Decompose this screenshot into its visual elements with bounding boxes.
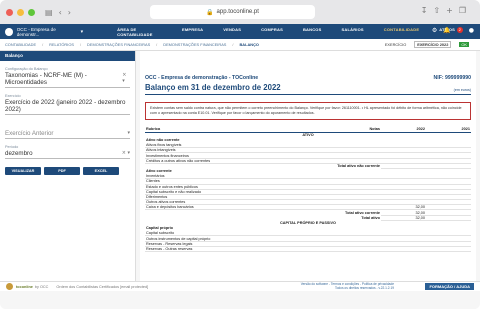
footer-brand-suffix: by OCC	[34, 284, 49, 289]
user-icon[interactable]: ●	[469, 27, 474, 34]
report-unit: (em euros)	[453, 88, 471, 92]
menu-item-contabilidade[interactable]: CONTABILIDADE	[384, 27, 419, 37]
breadcrumb-sep: /	[42, 42, 44, 47]
year-select[interactable]: EXERCÍCIO 2022	[414, 41, 452, 48]
breadcrumb-sep: /	[156, 42, 158, 47]
company-selector[interactable]: OCC - Empresa de demonstr... ▾	[5, 27, 83, 37]
tabs-icon[interactable]: ❐	[459, 6, 472, 15]
menu-item-salarios[interactable]: SALÁRIOS	[342, 27, 364, 37]
config-field[interactable]: Configuração do Balanço Taxonomias - NCR…	[0, 67, 135, 88]
notification-badge: 2	[456, 27, 463, 33]
window-bottom	[0, 291, 480, 309]
chevron-down-icon: ▾	[80, 28, 84, 35]
browser-actions: ↧⇧+❐	[421, 6, 472, 15]
menu-item-compras[interactable]: COMPRAS	[261, 27, 283, 37]
line-label: Reservas - Outras reservas	[145, 246, 311, 252]
menu-item-empresa[interactable]: EMPRESA	[182, 27, 203, 37]
report-document: OCC - Empresa de demonstração - TOConlin…	[140, 51, 476, 256]
browser-titlebar: ▤ ‹ › 🔒 app.toconline.pt ↧⇧+❐	[0, 0, 480, 24]
config-value: Taxonomias - NCRF-ME (M) - Microentidade…	[5, 72, 87, 86]
filter-panel: Balanço Configuração do Balanço Taxonomi…	[0, 51, 136, 281]
previous-exercise-field[interactable]: Exercício Anterior ▾	[0, 129, 135, 139]
breadcrumb-contabilidade[interactable]: CONTABILIDADE	[5, 42, 36, 47]
report-nif: NIF: 999999990	[433, 75, 472, 81]
company-name: OCC - Empresa de demonstr...	[16, 26, 56, 37]
footer-description: Ordem dos Contabilistas Certificados [em…	[56, 284, 149, 289]
menu-item-vendas[interactable]: VENDAS	[223, 27, 241, 37]
filter-panel-title: Balanço	[0, 51, 135, 61]
breadcrumb-demonstracoes-2[interactable]: DEMONSTRAÇÕES FINANCEIRAS	[163, 42, 226, 47]
back-icon[interactable]: ‹	[59, 8, 62, 17]
app-header: OCC - Empresa de demonstr... ▾ ÁREA DE C…	[0, 24, 480, 39]
maximize-window-button[interactable]	[28, 8, 35, 16]
report-title: Balanço em 31 de dezembro de 2022	[145, 83, 281, 92]
period-field[interactable]: Período dezembro × ▾	[0, 145, 135, 159]
address-bar[interactable]: 🔒 app.toconline.pt	[150, 5, 315, 19]
exercise-field[interactable]: Exercício Exercício de 2022 (janeiro 202…	[0, 94, 135, 115]
settings-icon[interactable]: ⚙	[432, 27, 437, 34]
chevron-down-icon: × ▾	[121, 150, 130, 156]
new-tab-icon[interactable]: +	[446, 6, 459, 15]
report-panel: OCC - Empresa de demonstração - TOConlin…	[140, 51, 476, 281]
chevron-down-icon: ▾	[127, 130, 130, 136]
year-ok-button[interactable]: OK	[459, 42, 469, 47]
table-body: ATIVO Ativo não corrente Ativos fixos tang…	[145, 132, 471, 252]
table-row: Reservas - Outras reservas	[145, 246, 471, 252]
help-button[interactable]: FORMAÇÃO / AJUDA	[425, 283, 474, 290]
forward-icon[interactable]: ›	[68, 8, 71, 17]
warning-message: Existem contas sem saldo contra natura, …	[145, 102, 471, 120]
pdf-button[interactable]: PDF	[44, 167, 80, 175]
url-text: app.toconline.pt	[216, 9, 259, 15]
share-icon[interactable]: ⇧	[433, 6, 446, 15]
menu-item-area[interactable]: ÁREA DE CONTABILIDADE	[117, 27, 162, 37]
footer-legal: Versão do software - Termos e condições …	[301, 282, 394, 291]
breadcrumb-current: BALANÇO	[239, 42, 259, 47]
value-2022	[381, 246, 426, 252]
breadcrumb-demonstracoes[interactable]: DEMONSTRAÇÕES FINANCEIRAS	[87, 42, 150, 47]
excel-button[interactable]: EXCEL	[83, 167, 119, 175]
app-header-icons: ⚙ 🔔 2 ●	[426, 27, 474, 34]
close-window-button[interactable]	[6, 8, 13, 16]
visualize-button[interactable]: VISUALIZAR	[5, 167, 41, 175]
lock-icon: 🔒	[206, 8, 214, 16]
year-label: EXERCÍCIO	[384, 42, 407, 47]
menu-item-bancos[interactable]: BANCOS	[303, 27, 322, 37]
breadcrumb: CONTABILIDADE / RELATÓRIOS / DEMONSTRAÇÕ…	[0, 39, 480, 51]
breadcrumb-relatorios[interactable]: RELATÓRIOS	[49, 42, 74, 47]
value-2021	[426, 246, 471, 252]
minimize-window-button[interactable]	[17, 8, 24, 16]
occ-logo-icon	[6, 283, 13, 290]
breadcrumb-sep: /	[232, 42, 234, 47]
exercise-value: Exercício de 2022 (janeiro 2022 - dezemb…	[5, 99, 126, 113]
period-value: dezembro	[5, 150, 33, 157]
sidebar-toggle-icon[interactable]: ▤	[45, 8, 53, 17]
line-notes	[311, 246, 381, 252]
main-menu: ÁREA DE CONTABILIDADE EMPRESA VENDAS COM…	[117, 27, 475, 37]
company-logo	[5, 27, 13, 36]
chevron-down-icon: × ▾	[122, 72, 127, 84]
report-company: OCC - Empresa de demonstração - TOConlin…	[145, 75, 259, 81]
previous-exercise-value: Exercício Anterior	[5, 130, 54, 137]
breadcrumb-sep: /	[79, 42, 82, 47]
footer: toconline by OCC Ordem dos Contabilistas…	[0, 281, 480, 291]
year-selector: EXERCÍCIO EXERCÍCIO 2022 OK	[385, 41, 475, 48]
notifications-icon[interactable]: 🔔 2	[443, 27, 463, 34]
download-icon[interactable]: ↧	[421, 6, 434, 15]
balance-table: Rubrica Notas 2022 2021 ATIVO Ativo não c…	[145, 126, 471, 252]
action-buttons: VISUALIZAR PDF EXCEL	[0, 167, 135, 175]
footer-brand: toconline	[16, 284, 33, 289]
browser-window: ▤ ‹ › 🔒 app.toconline.pt ↧⇧+❐ OCC - Empr…	[0, 0, 480, 309]
